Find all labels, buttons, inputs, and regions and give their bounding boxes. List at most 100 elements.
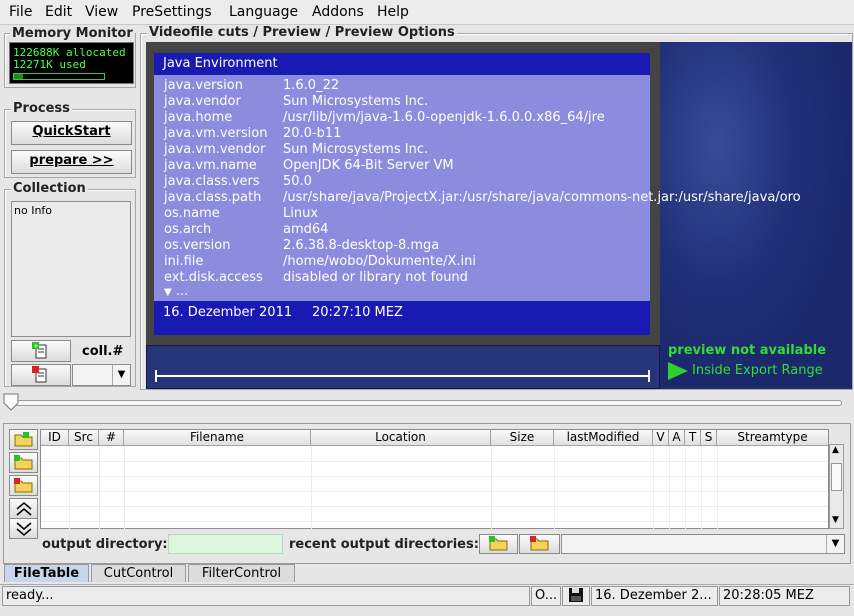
java-key: os.name xyxy=(164,206,220,221)
column-header-streamtype[interactable]: Streamtype xyxy=(717,430,828,446)
svg-text:+: + xyxy=(33,342,39,350)
add-file-button[interactable] xyxy=(9,429,38,450)
java-value: amd64 xyxy=(283,222,329,237)
table-gridline xyxy=(41,506,828,507)
table-gridline xyxy=(41,461,828,462)
output-directory-field[interactable] xyxy=(168,534,283,554)
tab-cutcontrol[interactable]: CutControl xyxy=(91,564,186,582)
quickstart-label: QuickStart xyxy=(32,124,111,139)
java-value: /usr/share/java/ProjectX.jar:/usr/share/… xyxy=(283,190,801,205)
remove-collection-button[interactable] xyxy=(11,364,71,386)
column-header-v[interactable]: V xyxy=(653,430,669,446)
scroll-up-icon[interactable]: ▲ xyxy=(832,445,839,455)
column-header-t[interactable]: T xyxy=(685,430,701,446)
timeline-track[interactable] xyxy=(12,400,842,406)
java-key: java.vendor xyxy=(164,94,241,109)
memory-usage-bar xyxy=(13,73,105,80)
remove-output-directory-button[interactable] xyxy=(519,534,560,554)
table-col-divider xyxy=(717,446,718,530)
add-folder-button[interactable] xyxy=(9,452,38,473)
prepare-button[interactable]: prepare >> xyxy=(11,150,132,174)
menu-addons[interactable]: Addons xyxy=(312,4,364,20)
recent-output-directories-select[interactable]: ▼ xyxy=(561,534,845,554)
menu-view[interactable]: View xyxy=(85,4,118,20)
collection-info-area[interactable]: no Info xyxy=(11,201,131,337)
column-header-size[interactable]: Size xyxy=(491,430,554,446)
column-header-number[interactable]: # xyxy=(99,430,124,446)
scroll-down-icon[interactable]: ▼ xyxy=(832,515,839,525)
menu-language[interactable]: Language xyxy=(229,4,298,20)
folder-remove-icon xyxy=(14,478,33,493)
java-value: /home/wobo/Dokumente/X.ini xyxy=(283,254,476,269)
table-col-divider xyxy=(685,446,686,530)
column-header-location[interactable]: Location xyxy=(311,430,491,446)
java-value: /usr/lib/jvm/java-1.6.0-openjdk-1.6.0.0.… xyxy=(283,110,605,125)
file-table[interactable]: ID Src # Filename Location Size lastModi… xyxy=(40,429,829,530)
column-header-lastmodified[interactable]: lastModified xyxy=(554,430,653,446)
menu-edit[interactable]: Edit xyxy=(45,4,72,20)
status-date: 16. Dezember 2... xyxy=(591,586,718,606)
double-chevron-up-icon xyxy=(16,502,32,516)
column-header-filename[interactable]: Filename xyxy=(124,430,311,446)
java-value: Sun Microsystems Inc. xyxy=(283,142,429,157)
scroll-thumb[interactable] xyxy=(831,463,842,491)
remove-collection-icon xyxy=(32,366,47,383)
java-key: os.arch xyxy=(164,222,212,237)
memory-monitor-title: Memory Monitor xyxy=(10,26,135,41)
folder-add-icon xyxy=(489,536,508,551)
column-header-a[interactable]: A xyxy=(669,430,685,446)
java-environment-body: java.version 1.6.0_22 java.vendor Sun Micro… xyxy=(154,75,801,301)
memory-display: 122688K allocated 12271K used xyxy=(9,42,134,84)
double-chevron-down-icon xyxy=(16,522,32,536)
tab-filetable[interactable]: FileTable xyxy=(4,564,89,582)
java-key: os.version xyxy=(164,238,231,253)
tab-filtercontrol[interactable]: FilterControl xyxy=(188,564,295,582)
chevron-down-icon[interactable]: ▼ xyxy=(826,535,844,553)
quickstart-button[interactable]: QuickStart xyxy=(11,121,132,145)
menu-help[interactable]: Help xyxy=(377,4,409,20)
java-value: 50.0 xyxy=(283,174,312,189)
column-header-id[interactable]: ID xyxy=(41,430,69,446)
table-vertical-scrollbar[interactable]: ▲ ▼ xyxy=(829,444,844,529)
java-key: java.vm.vendor xyxy=(164,142,266,157)
chevron-down-icon[interactable]: ▼ xyxy=(112,365,130,385)
menu-file[interactable]: File xyxy=(9,4,32,20)
java-date: 16. Dezember 2011 xyxy=(163,305,293,320)
triangle-down-icon: ▼ xyxy=(164,287,172,298)
preview-range-slider[interactable] xyxy=(155,375,650,377)
column-header-s[interactable]: S xyxy=(701,430,717,446)
remove-file-button[interactable] xyxy=(9,475,38,496)
folder-open-icon xyxy=(14,432,33,447)
table-gridline xyxy=(41,491,828,492)
java-value: Sun Microsystems Inc. xyxy=(283,94,429,109)
java-more-text: ... xyxy=(175,284,189,299)
java-value: Linux xyxy=(283,206,319,221)
memory-used: 12271K used xyxy=(13,58,86,71)
java-key: java.class.path xyxy=(164,190,262,205)
java-environment-title: Java Environment xyxy=(154,53,650,75)
slider-end-marker[interactable] xyxy=(648,370,650,382)
preview-image xyxy=(660,42,852,387)
add-output-directory-button[interactable] xyxy=(479,534,518,554)
status-o: O... xyxy=(531,586,561,606)
menu-presettings[interactable]: PreSettings xyxy=(132,4,212,20)
move-down-button[interactable] xyxy=(9,518,38,539)
play-icon[interactable] xyxy=(668,362,688,380)
table-col-divider xyxy=(99,446,100,530)
table-col-divider xyxy=(311,446,312,530)
table-col-divider xyxy=(491,446,492,530)
timeline-thumb[interactable] xyxy=(3,393,19,411)
menu-bar: File Edit View PreSettings Language Addo… xyxy=(0,0,854,25)
table-col-divider xyxy=(669,446,670,530)
collection-number-select[interactable]: ▼ xyxy=(72,364,131,386)
java-key: java.class.vers xyxy=(164,174,260,189)
table-col-divider xyxy=(653,446,654,530)
column-header-src[interactable]: Src xyxy=(69,430,99,446)
move-up-button[interactable] xyxy=(9,498,38,519)
status-save-slot[interactable] xyxy=(562,586,590,606)
add-collection-button[interactable]: + xyxy=(11,340,71,362)
slider-start-marker[interactable] xyxy=(155,370,157,382)
java-value: 1.6.0_22 xyxy=(283,78,340,93)
prepare-label: prepare >> xyxy=(29,153,114,168)
java-environment-footer: 16. Dezember 2011 20:27:10 MEZ xyxy=(154,301,650,335)
